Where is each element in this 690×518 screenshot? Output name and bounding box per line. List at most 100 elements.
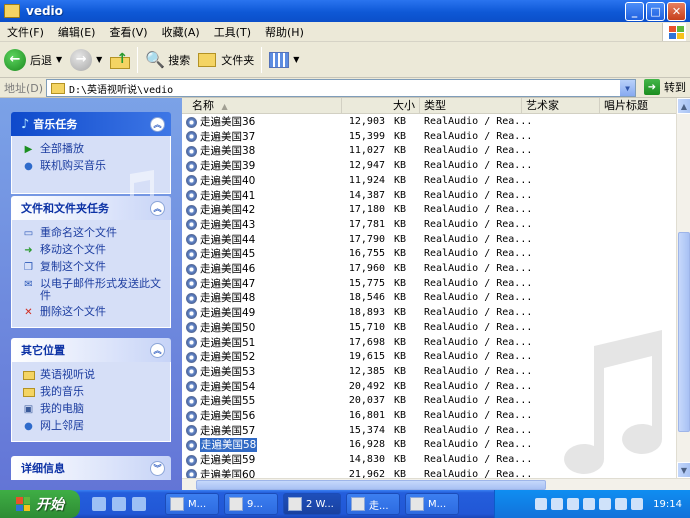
column-album[interactable]: 唱片标题 bbox=[600, 98, 676, 114]
email-file-link[interactable]: ✉ 以电子邮件形式发送此文件 bbox=[22, 276, 162, 304]
file-name-cell[interactable]: 走遍美国47 bbox=[186, 277, 255, 291]
volume-icon[interactable] bbox=[567, 498, 580, 510]
place-my-music-link[interactable]: 我的音乐 bbox=[22, 384, 162, 401]
file-row[interactable]: 走遍美国59 14,830 KB RealAudio / Rea... bbox=[182, 453, 676, 467]
file-row[interactable]: 走遍美国48 18,546 KB RealAudio / Rea... bbox=[182, 291, 676, 305]
move-file-link[interactable]: ➜ 移动这个文件 bbox=[22, 242, 162, 259]
chevron-down-icon[interactable]: ▼ bbox=[96, 55, 102, 64]
scroll-down-button[interactable]: ▼ bbox=[677, 462, 690, 478]
folders-button[interactable]: 文件夹 bbox=[194, 45, 258, 75]
maximize-button[interactable]: □ bbox=[646, 2, 665, 21]
file-name-cell[interactable]: 走遍美国58 bbox=[186, 438, 258, 453]
file-name-cell[interactable]: 走遍美国42 bbox=[186, 203, 255, 217]
place-network-link[interactable]: ● 网上邻居 bbox=[22, 418, 162, 435]
music-tasks-header[interactable]: ♪ 音乐任务 ︽ bbox=[11, 112, 171, 136]
chevron-down-icon[interactable]: ▼ bbox=[293, 55, 299, 64]
ie-icon[interactable] bbox=[132, 497, 146, 511]
file-row[interactable]: 走遍美国44 17,790 KB RealAudio / Rea... bbox=[182, 233, 676, 247]
file-row[interactable]: 走遍美国57 15,374 KB RealAudio / Rea... bbox=[182, 424, 676, 438]
collapse-icon[interactable]: ︽ bbox=[150, 116, 165, 132]
file-name-cell[interactable]: 走遍美国48 bbox=[186, 291, 255, 305]
file-name-cell[interactable]: 走遍美国55 bbox=[186, 394, 255, 408]
menu-view[interactable]: 查看(V) bbox=[102, 24, 154, 40]
file-row[interactable]: 走遍美国46 17,960 KB RealAudio / Rea... bbox=[182, 262, 676, 276]
place-my-computer-link[interactable]: ▣ 我的电脑 bbox=[22, 401, 162, 418]
horizontal-scroll-thumb[interactable] bbox=[196, 480, 546, 490]
quick-launch-icon[interactable] bbox=[92, 497, 106, 511]
other-places-header[interactable]: 其它位置 ︽ bbox=[11, 338, 171, 362]
file-name-cell[interactable]: 走遍美国53 bbox=[186, 365, 255, 379]
file-name-cell[interactable]: 走遍美国56 bbox=[186, 409, 255, 423]
security-icon[interactable] bbox=[599, 498, 612, 510]
keyboard-icon[interactable] bbox=[535, 498, 548, 510]
file-row[interactable]: 走遍美国51 17,698 KB RealAudio / Rea... bbox=[182, 336, 676, 350]
file-name-cell[interactable]: 走遍美国37 bbox=[186, 130, 255, 144]
file-name-cell[interactable]: 走遍美国40 bbox=[186, 174, 255, 188]
file-name-cell[interactable]: 走遍美国44 bbox=[186, 233, 255, 247]
file-row[interactable]: 走遍美国49 18,893 KB RealAudio / Rea... bbox=[182, 306, 676, 320]
forward-button[interactable]: → ▼ bbox=[66, 45, 106, 75]
taskbar-button[interactable]: 2 W... bbox=[283, 493, 341, 515]
chevron-down-icon[interactable]: ▼ bbox=[56, 55, 62, 64]
play-all-link[interactable]: ▶ 全部播放 bbox=[22, 141, 162, 158]
horizontal-scrollbar[interactable] bbox=[182, 478, 690, 490]
taskbar-button[interactable]: 9... bbox=[224, 493, 278, 515]
column-size[interactable]: 大小 bbox=[342, 98, 420, 114]
help-icon[interactable] bbox=[551, 498, 564, 510]
display-icon[interactable] bbox=[631, 498, 644, 510]
taskbar-button[interactable]: M... bbox=[405, 493, 459, 515]
file-row[interactable]: 走遍美国60 21,962 KB RealAudio / Rea... bbox=[182, 468, 676, 478]
scroll-up-button[interactable]: ▲ bbox=[677, 98, 690, 114]
file-row[interactable]: 走遍美国36 12,903 KB RealAudio / Rea... bbox=[182, 115, 676, 129]
file-name-cell[interactable]: 走遍美国38 bbox=[186, 144, 255, 158]
file-row[interactable]: 走遍美国41 14,387 KB RealAudio / Rea... bbox=[182, 189, 676, 203]
menu-file[interactable]: 文件(F) bbox=[0, 24, 51, 40]
address-input[interactable]: D:\英语视听说\vedio ▼ bbox=[46, 79, 636, 97]
collapse-icon[interactable]: ︽ bbox=[150, 342, 165, 358]
close-button[interactable]: ✕ bbox=[667, 2, 686, 21]
file-name-cell[interactable]: 走遍美国45 bbox=[186, 247, 255, 261]
menu-help[interactable]: 帮助(H) bbox=[258, 24, 311, 40]
file-row[interactable]: 走遍美国54 20,492 KB RealAudio / Rea... bbox=[182, 380, 676, 394]
vertical-scroll-thumb[interactable] bbox=[678, 232, 690, 432]
file-name-cell[interactable]: 走遍美国51 bbox=[186, 336, 255, 350]
file-row[interactable]: 走遍美国52 19,615 KB RealAudio / Rea... bbox=[182, 350, 676, 364]
column-name[interactable]: 名称 ▲ bbox=[182, 98, 342, 114]
file-row[interactable]: 走遍美国58 16,928 KB RealAudio / Rea... bbox=[182, 438, 676, 453]
quick-launch-icon[interactable] bbox=[112, 497, 126, 511]
search-button[interactable]: 🔍 搜索 bbox=[141, 45, 194, 75]
expand-icon[interactable]: ︾ bbox=[150, 460, 165, 476]
vertical-scrollbar[interactable]: ▲ ▼ bbox=[676, 98, 690, 478]
taskbar-button[interactable]: 走... bbox=[346, 493, 400, 515]
file-name-cell[interactable]: 走遍美国36 bbox=[186, 115, 255, 129]
views-button[interactable]: ▼ bbox=[265, 45, 303, 75]
file-name-cell[interactable]: 走遍美国50 bbox=[186, 321, 255, 335]
collapse-icon[interactable]: ︽ bbox=[150, 200, 165, 216]
rename-file-link[interactable]: ▭ 重命名这个文件 bbox=[22, 225, 162, 242]
copy-file-link[interactable]: ❐ 复制这个文件 bbox=[22, 259, 162, 276]
file-row[interactable]: 走遍美国47 15,775 KB RealAudio / Rea... bbox=[182, 277, 676, 291]
column-type[interactable]: 类型 bbox=[420, 98, 522, 114]
file-tasks-header[interactable]: 文件和文件夹任务 ︽ bbox=[11, 196, 171, 220]
network-icon[interactable] bbox=[583, 498, 596, 510]
address-dropdown-button[interactable]: ▼ bbox=[620, 80, 635, 96]
file-row[interactable]: 走遍美国40 11,924 KB RealAudio / Rea... bbox=[182, 174, 676, 188]
file-row[interactable]: 走遍美国43 17,781 KB RealAudio / Rea... bbox=[182, 218, 676, 232]
file-row[interactable]: 走遍美国50 15,710 KB RealAudio / Rea... bbox=[182, 321, 676, 335]
file-name-cell[interactable]: 走遍美国39 bbox=[186, 159, 255, 173]
delete-file-link[interactable]: ✕ 删除这个文件 bbox=[22, 304, 162, 321]
menu-favorites[interactable]: 收藏(A) bbox=[155, 24, 207, 40]
title-bar[interactable]: vedio _ □ ✕ bbox=[0, 0, 690, 22]
file-row[interactable]: 走遍美国39 12,947 KB RealAudio / Rea... bbox=[182, 159, 676, 173]
menu-tools[interactable]: 工具(T) bbox=[207, 24, 258, 40]
file-name-cell[interactable]: 走遍美国52 bbox=[186, 350, 255, 364]
file-name-cell[interactable]: 走遍美国43 bbox=[186, 218, 255, 232]
back-button[interactable]: ← 后退 ▼ bbox=[0, 45, 66, 75]
details-header[interactable]: 详细信息 ︾ bbox=[11, 456, 171, 480]
go-button[interactable]: ➜ 转到 bbox=[644, 79, 686, 95]
file-row[interactable]: 走遍美国37 15,399 KB RealAudio / Rea... bbox=[182, 130, 676, 144]
file-name-cell[interactable]: 走遍美国49 bbox=[186, 306, 255, 320]
start-button[interactable]: 开始 bbox=[0, 490, 80, 518]
file-row[interactable]: 走遍美国56 16,801 KB RealAudio / Rea... bbox=[182, 409, 676, 423]
file-row[interactable]: 走遍美国42 17,180 KB RealAudio / Rea... bbox=[182, 203, 676, 217]
